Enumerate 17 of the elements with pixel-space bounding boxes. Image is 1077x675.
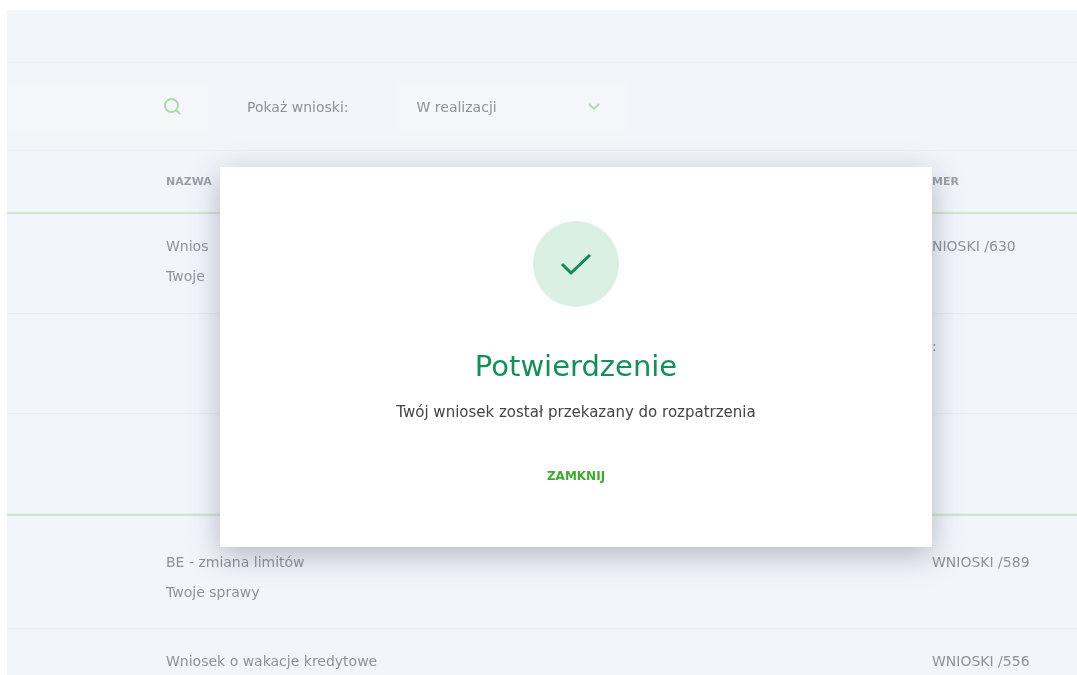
table-cell-text: WNIOSKI /556 — [932, 652, 1030, 671]
table-cell-text: : — [932, 337, 937, 356]
close-button[interactable]: ZAMKNIJ — [538, 465, 614, 487]
table-cell-text: WNIOSKI /589 — [932, 553, 1030, 572]
table-cell-text: Twoje — [166, 267, 206, 286]
table-cell-text: Wnios — [166, 237, 210, 256]
table-cell-text: Wniosek o wakacje kredytowe — [166, 652, 379, 671]
dialog-title: Potwierdzenie — [474, 349, 678, 383]
column-header: NAZWA — [166, 175, 213, 188]
dialog-message: Twój wniosek został przekazany do rozpatrzenia — [396, 403, 756, 421]
search-icon — [163, 96, 183, 117]
column-header: MER — [932, 175, 959, 188]
table-cell-text: Twoje sprawy — [166, 583, 261, 602]
table-cell-text: NIOSKI /630 — [932, 237, 1016, 256]
filter-label: Pokaż wnioski: — [247, 98, 349, 115]
chevron-down-icon — [586, 102, 601, 111]
table-cell-text: BE - zmiana limitów — [166, 553, 306, 572]
